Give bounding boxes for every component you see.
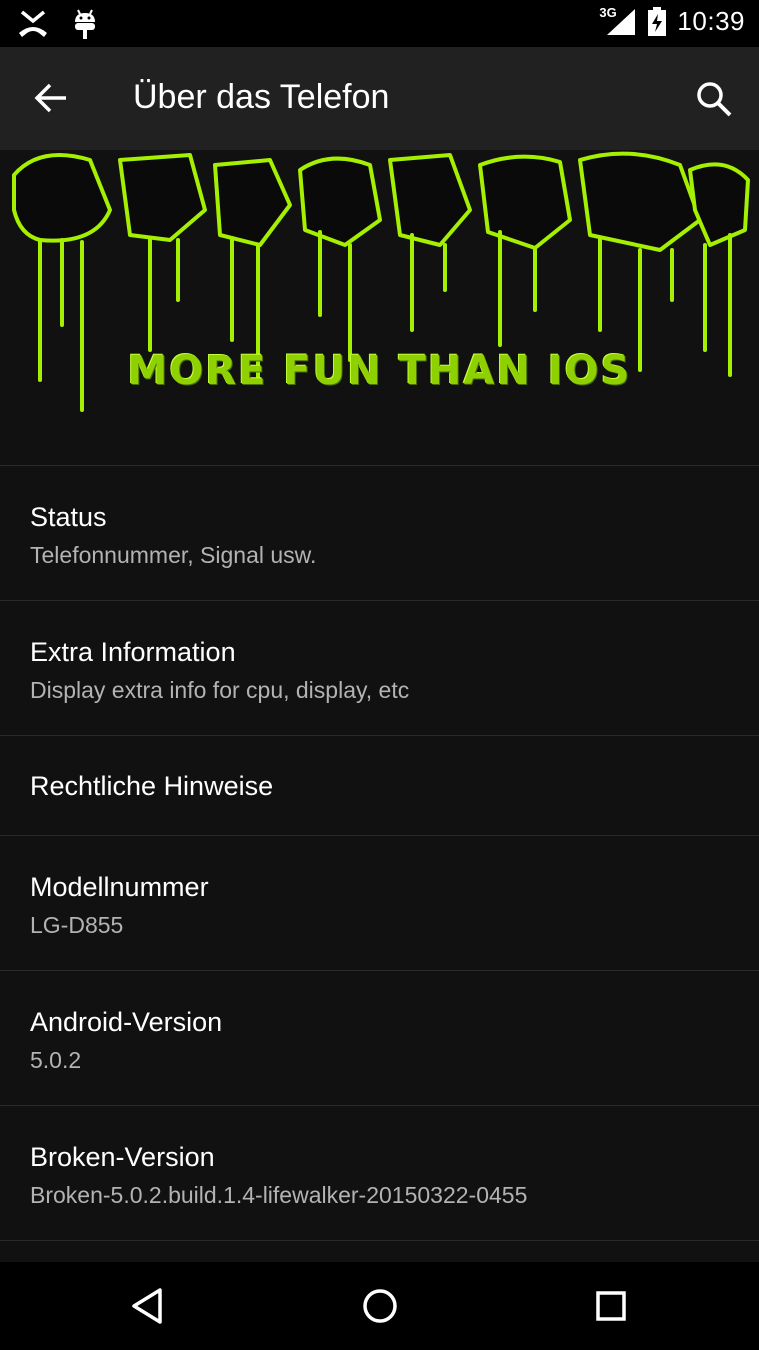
back-triangle-icon bbox=[132, 1288, 162, 1324]
nav-home-button[interactable] bbox=[358, 1284, 402, 1328]
item-title: Modellnummer bbox=[30, 872, 209, 902]
status-item[interactable]: Status Telefonnummer, Signal usw. bbox=[0, 465, 759, 600]
item-summary: Display extra info for cpu, display, etc bbox=[30, 677, 410, 703]
extra-information-item[interactable]: Extra Information Display extra info for… bbox=[0, 600, 759, 735]
banner-tagline: MORE FUN THAN IOS bbox=[127, 348, 632, 394]
list-divider bbox=[0, 1240, 759, 1260]
legal-notices-item[interactable]: Rechtliche Hinweise bbox=[0, 735, 759, 835]
brokenhead-graffiti-logo bbox=[12, 151, 750, 412]
item-title: Broken-Version bbox=[30, 1142, 215, 1172]
settings-list: Status Telefonnummer, Signal usw. Extra … bbox=[0, 465, 759, 1260]
item-title: Status bbox=[30, 502, 107, 532]
nav-back-button[interactable] bbox=[126, 1284, 170, 1328]
clock: 10:39 bbox=[677, 6, 745, 36]
navigation-bar bbox=[0, 1262, 759, 1350]
android-version-item[interactable]: Android-Version 5.0.2 bbox=[0, 970, 759, 1105]
app-toolbar: Über das Telefon bbox=[0, 47, 759, 150]
arrow-back-icon bbox=[34, 83, 66, 113]
notification-icons bbox=[16, 8, 98, 40]
system-icons: 3G 10:39 bbox=[599, 5, 745, 37]
item-summary: Telefonnummer, Signal usw. bbox=[30, 542, 317, 568]
status-bar: 3G 10:39 bbox=[0, 0, 759, 47]
page-title: Über das Telefon bbox=[133, 78, 390, 116]
battery-charging-icon bbox=[648, 6, 667, 36]
item-summary: LG-D855 bbox=[30, 912, 124, 938]
home-circle-icon bbox=[363, 1289, 397, 1323]
back-button[interactable] bbox=[26, 75, 78, 121]
search-button[interactable] bbox=[690, 75, 740, 125]
item-summary: 5.0.2 bbox=[30, 1047, 82, 1073]
signal-icon: 3G bbox=[599, 5, 637, 37]
nav-recents-button[interactable] bbox=[589, 1284, 633, 1328]
search-icon bbox=[697, 82, 732, 117]
item-title: Android-Version bbox=[30, 1007, 223, 1037]
model-number-item[interactable]: Modellnummer LG-D855 bbox=[0, 835, 759, 970]
item-summary: Broken-5.0.2.build.1.4-lifewalker-201503… bbox=[30, 1182, 528, 1208]
rom-banner: MORE FUN THAN IOS bbox=[0, 150, 759, 465]
broken-version-item[interactable]: Broken-Version Broken-5.0.2.build.1.4-li… bbox=[0, 1105, 759, 1240]
item-title: Extra Information bbox=[30, 637, 236, 667]
android-icon bbox=[75, 9, 95, 39]
recents-square-icon bbox=[596, 1291, 626, 1321]
missed-call-icon bbox=[19, 10, 47, 37]
item-title: Rechtliche Hinweise bbox=[30, 771, 274, 801]
